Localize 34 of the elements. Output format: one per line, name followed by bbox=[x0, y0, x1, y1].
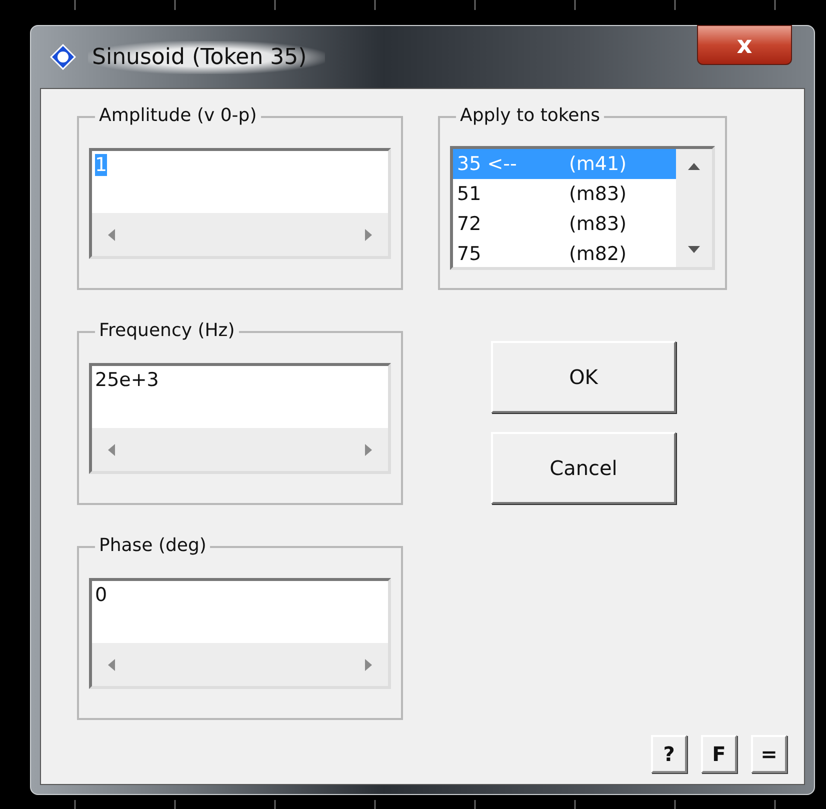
field-value: 25e+3 bbox=[95, 369, 159, 391]
tool-button[interactable]: ? bbox=[651, 735, 687, 773]
token-number: 51 bbox=[457, 182, 482, 207]
ok-button[interactable]: OK bbox=[491, 341, 676, 413]
tool-button[interactable]: F bbox=[701, 735, 737, 773]
group-label: Amplitude (v 0-p) bbox=[95, 105, 261, 126]
input-field[interactable]: 25e+3 bbox=[89, 363, 391, 474]
scroll-left-icon[interactable] bbox=[106, 658, 118, 672]
group-label: Phase (deg) bbox=[95, 535, 210, 556]
token-model: (m83) bbox=[569, 182, 628, 207]
token-number: 35 <-- bbox=[457, 152, 518, 177]
token-list[interactable]: 35 <-- (m41) 51 (m83) 72 (m83) 75 (m82) bbox=[450, 146, 715, 270]
window-title: Sinusoid (Token 35) bbox=[88, 40, 325, 74]
group-label: Apply to tokens bbox=[456, 105, 604, 126]
field-value: 1 bbox=[95, 154, 108, 176]
close-button[interactable]: x bbox=[697, 25, 792, 65]
group-label: Frequency (Hz) bbox=[95, 320, 239, 341]
cancel-button[interactable]: Cancel bbox=[491, 432, 676, 504]
token-number: 75 bbox=[457, 242, 482, 267]
scroll-up-icon[interactable] bbox=[687, 161, 701, 171]
scroll-left-icon[interactable] bbox=[106, 442, 118, 456]
scroll-down-icon[interactable] bbox=[687, 245, 701, 255]
token-model: (m83) bbox=[569, 212, 628, 237]
token-model: (m82) bbox=[569, 242, 628, 267]
tool-button[interactable]: = bbox=[751, 735, 787, 773]
scroll-right-icon[interactable] bbox=[362, 442, 374, 456]
token-model: (m41) bbox=[569, 152, 628, 177]
scroll-right-icon[interactable] bbox=[362, 228, 374, 242]
scroll-left-icon[interactable] bbox=[106, 228, 118, 242]
field-value: 0 bbox=[95, 584, 108, 606]
app-icon bbox=[50, 44, 76, 70]
token-number: 72 bbox=[457, 212, 482, 237]
scroll-right-icon[interactable] bbox=[362, 658, 374, 672]
input-field[interactable]: 0 bbox=[89, 578, 391, 689]
